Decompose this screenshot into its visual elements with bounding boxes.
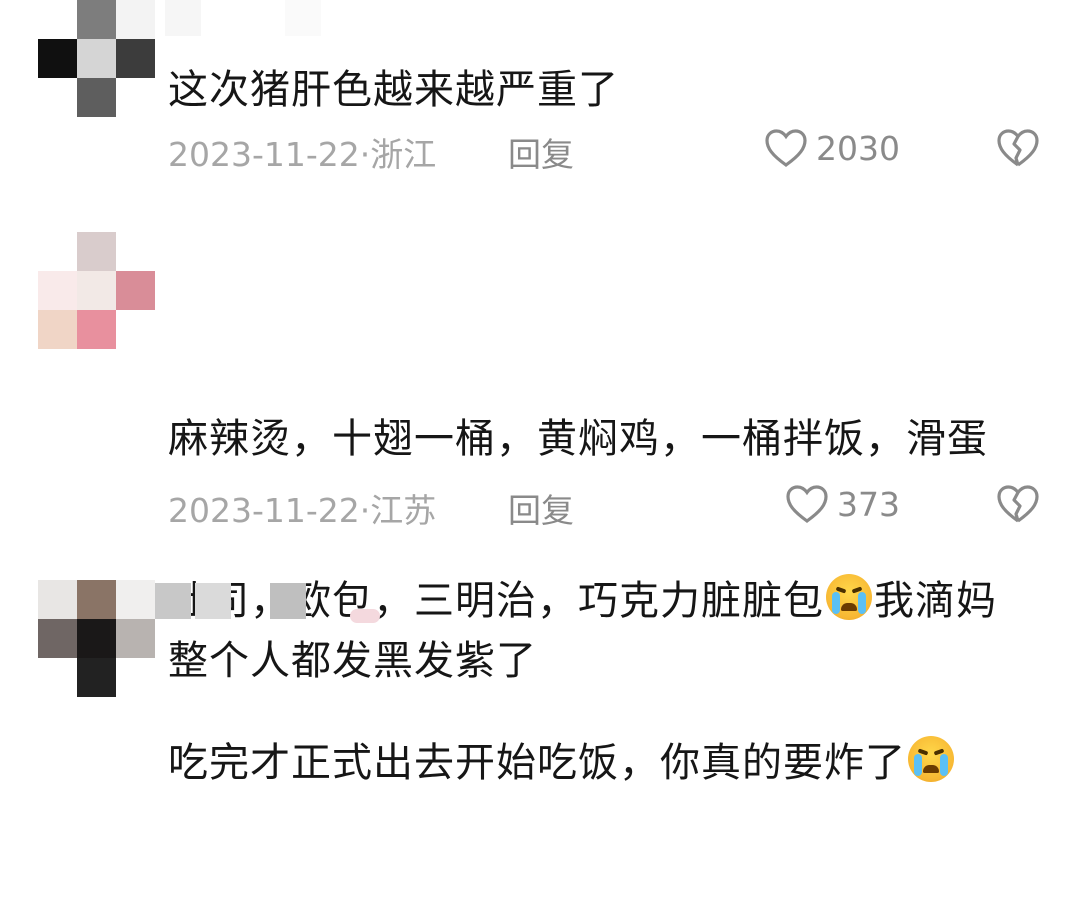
like-count: 373 (837, 484, 900, 524)
heart-outline-icon (785, 484, 829, 524)
like-button[interactable]: 373 (785, 484, 900, 524)
avatar[interactable] (38, 0, 156, 118)
like-button[interactable]: 2030 (764, 128, 900, 168)
dislike-button[interactable] (996, 484, 1040, 524)
avatar[interactable] (38, 232, 156, 350)
comment-location: 浙江 (370, 135, 437, 174)
crying-face-emoji-icon (826, 574, 872, 620)
comment-date: 2023-11-22·浙江 (168, 135, 437, 174)
comment-date: 2023-11-22·江苏 (168, 491, 437, 530)
comment-meta: 2023-11-22·浙江 回复 2030 (168, 128, 1040, 174)
crying-face-emoji-icon (908, 736, 954, 782)
broken-heart-icon (996, 484, 1040, 524)
like-count: 2030 (816, 128, 900, 168)
comment-text: 这次猪肝色越来越严重了 (168, 67, 619, 113)
comment-meta: 2023-11-22·江苏 回复 373 (168, 484, 1040, 530)
broken-heart-icon (996, 128, 1040, 168)
reply-button[interactable]: 回复 (508, 128, 574, 176)
heart-outline-icon (764, 128, 808, 168)
dislike-button[interactable] (996, 128, 1040, 168)
reply-button[interactable]: 回复 (508, 484, 574, 532)
comment-text: 整个人都发黑发紫了 (168, 638, 537, 684)
comment-location: 江苏 (370, 491, 437, 530)
avatar[interactable] (38, 580, 156, 698)
